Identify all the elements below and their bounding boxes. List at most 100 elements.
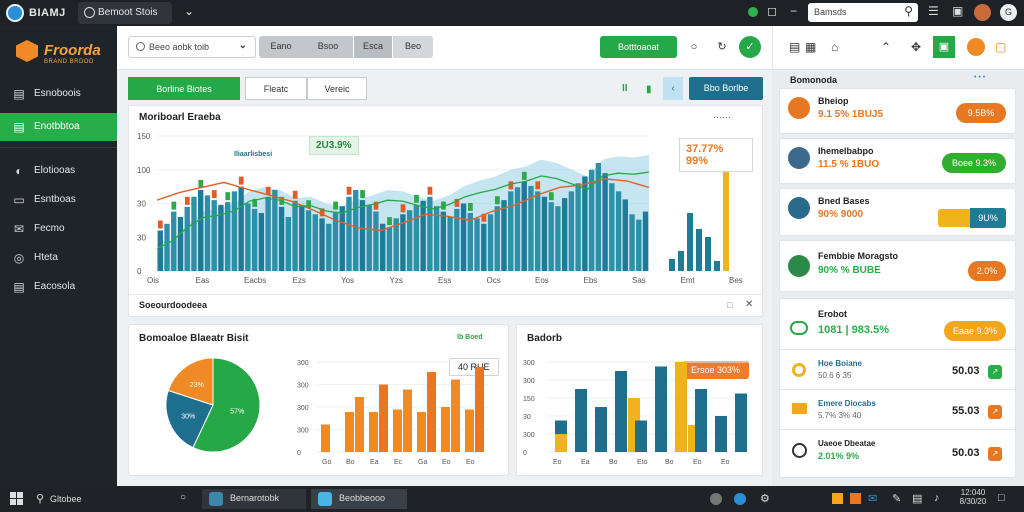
pie-and-bar-chart: 57% 30% 23% 0 300 300 300 300 Go Bo Ea Ec Ga Eo Eo	[165, 357, 489, 466]
expand-icon[interactable]: □	[727, 300, 732, 310]
list-pill: Eaae 9.3%	[944, 321, 1006, 341]
bar	[521, 181, 527, 271]
primary-button[interactable]: Botttoaoat	[600, 36, 677, 58]
segment-button-1[interactable]: Eano	[259, 36, 303, 58]
square-icon[interactable]: ◻	[767, 4, 777, 18]
filter-dropdown[interactable]: Beeo aobk toib ⌄	[128, 36, 256, 58]
action-button[interactable]: Bbo Borlbe	[689, 77, 763, 100]
tab-fleatc[interactable]: Fleatc	[245, 77, 307, 100]
sidebar-item-1[interactable]: ▤ Esnoboois	[0, 80, 117, 108]
card-pill-accent	[938, 209, 972, 227]
volume-icon[interactable]: ♪	[934, 492, 940, 504]
chart-icon: ▤	[13, 120, 25, 134]
close-icon[interactable]: ✕	[745, 299, 753, 310]
sidebar-item-5[interactable]: ✉ Fecmo	[0, 215, 117, 243]
user-badge[interactable]: G	[1000, 4, 1017, 21]
check-icon[interactable]: ✓	[739, 36, 761, 58]
tray-icon[interactable]	[710, 493, 722, 505]
x-tick-label: Ezs	[293, 276, 306, 285]
move-icon[interactable]: ✥	[911, 40, 921, 54]
bar	[326, 223, 332, 271]
window-icon[interactable]: ▣	[933, 36, 955, 58]
arrow-icon[interactable]: ↗	[988, 405, 1002, 419]
sidebar-item-7[interactable]: ▤ Eacosola	[0, 273, 117, 301]
sidebar-item-3[interactable]: ◐ Elotiooas	[0, 157, 117, 185]
chevron-down-icon[interactable]: ⌄	[184, 4, 194, 18]
home-icon[interactable]: ⌂	[831, 40, 838, 54]
taskbar-app-2[interactable]: Beobbeooo	[311, 489, 407, 509]
edge-icon[interactable]	[734, 493, 746, 505]
bar	[508, 191, 514, 271]
search-placeholder: Bamsds	[814, 7, 847, 17]
bar	[475, 367, 484, 452]
kpi-card-3[interactable]: Bned Bases 90% 9000 9U%	[779, 188, 1016, 236]
bar	[535, 191, 541, 271]
bar	[561, 198, 568, 271]
candle	[400, 204, 406, 213]
sync-icon[interactable]: ↻	[713, 38, 731, 56]
user-icon[interactable]	[967, 38, 985, 56]
cortana-icon[interactable]: ○	[180, 492, 186, 503]
settings-icon[interactable]: ⚙	[760, 492, 770, 505]
search-icon[interactable]: ⚲	[36, 492, 44, 505]
layers-icon: ▤	[13, 87, 25, 101]
menu-icon[interactable]: ☰	[928, 4, 939, 18]
bar	[184, 206, 190, 271]
kpi-card-4[interactable]: Fembbie Moragsto 90% % BUBE 2.0%	[779, 240, 1016, 292]
clock[interactable]: 12:040 8/30/20	[958, 488, 988, 506]
arrow-icon[interactable]: ↗	[988, 447, 1002, 461]
x-tick-label: Ois	[147, 276, 159, 285]
mini-bar	[714, 261, 720, 271]
bar	[198, 190, 204, 271]
window-tab[interactable]: Bemoot Stois	[78, 2, 172, 24]
search-input[interactable]: Bamsds ⚲	[808, 3, 918, 22]
kpi-card-2[interactable]: Ihemelbabpo 11.5 % 1BUO Boee 9.3%	[779, 138, 1016, 184]
right-panel-title: Bomonoda	[790, 75, 837, 85]
kpi-card-1[interactable]: Bheiop 9.1 5% 1BUJ5 9.5B%	[779, 88, 1016, 134]
bar	[164, 223, 170, 271]
card-pill: 9U%	[970, 208, 1006, 228]
grid-icon[interactable]: ▦	[805, 40, 816, 54]
taskbar-search-label[interactable]: Gltobee	[50, 494, 82, 504]
folder-icon[interactable]: ▢	[995, 40, 1006, 54]
tab-vereic[interactable]: Vereic	[307, 77, 367, 100]
sidebar-item-6[interactable]: ◎ Hteta	[0, 244, 117, 272]
sidebar-item-2[interactable]: ▤ Enotbbtoa	[0, 113, 117, 141]
network-icon[interactable]: ▤	[912, 492, 922, 505]
bar	[265, 196, 271, 271]
caret-up-icon[interactable]: ⌃	[881, 40, 891, 54]
window-icon[interactable]: ▣	[952, 4, 963, 18]
segment-button-3[interactable]: Esca	[354, 36, 392, 58]
pen-icon[interactable]: ✎	[892, 492, 901, 505]
collapse-icon[interactable]: ‹	[663, 77, 683, 100]
avatar[interactable]	[974, 4, 991, 21]
sidebar-item-label: Eacosola	[34, 281, 76, 292]
bar	[238, 186, 244, 271]
bar	[393, 409, 402, 452]
bar	[615, 371, 627, 452]
bar	[157, 230, 163, 271]
x-tick-label: Ocs	[487, 276, 501, 285]
search-icon: ⚲	[904, 4, 913, 18]
arrow-up-icon[interactable]: ↗	[988, 365, 1002, 379]
bar	[345, 412, 354, 452]
bar	[474, 218, 480, 271]
segment-button-2[interactable]: Bsoo	[303, 36, 353, 58]
start-icon[interactable]	[10, 492, 23, 505]
store-icon[interactable]	[850, 493, 861, 504]
folder-icon[interactable]	[832, 493, 843, 504]
notification-icon[interactable]: □	[998, 492, 1005, 504]
mail-icon[interactable]: ✉	[868, 492, 877, 505]
bar	[272, 190, 278, 271]
document-icon: ▤	[13, 280, 25, 294]
tab-biotes[interactable]: Borline Biotes	[128, 77, 240, 100]
y-tick-label: 30	[137, 200, 146, 209]
callout-badge-2: 37.77% 99%	[679, 138, 753, 172]
taskbar-app-1[interactable]: Bernarotobk	[202, 489, 306, 509]
sidebar-item-4[interactable]: ▭ Esntboas	[0, 186, 117, 214]
list-icon[interactable]: ▤	[789, 40, 800, 54]
segment-button-4[interactable]: Beo	[393, 36, 433, 58]
status-indicator: II	[622, 83, 628, 94]
refresh-icon[interactable]: ○	[685, 38, 703, 56]
minimize-icon[interactable]: −	[790, 4, 797, 18]
